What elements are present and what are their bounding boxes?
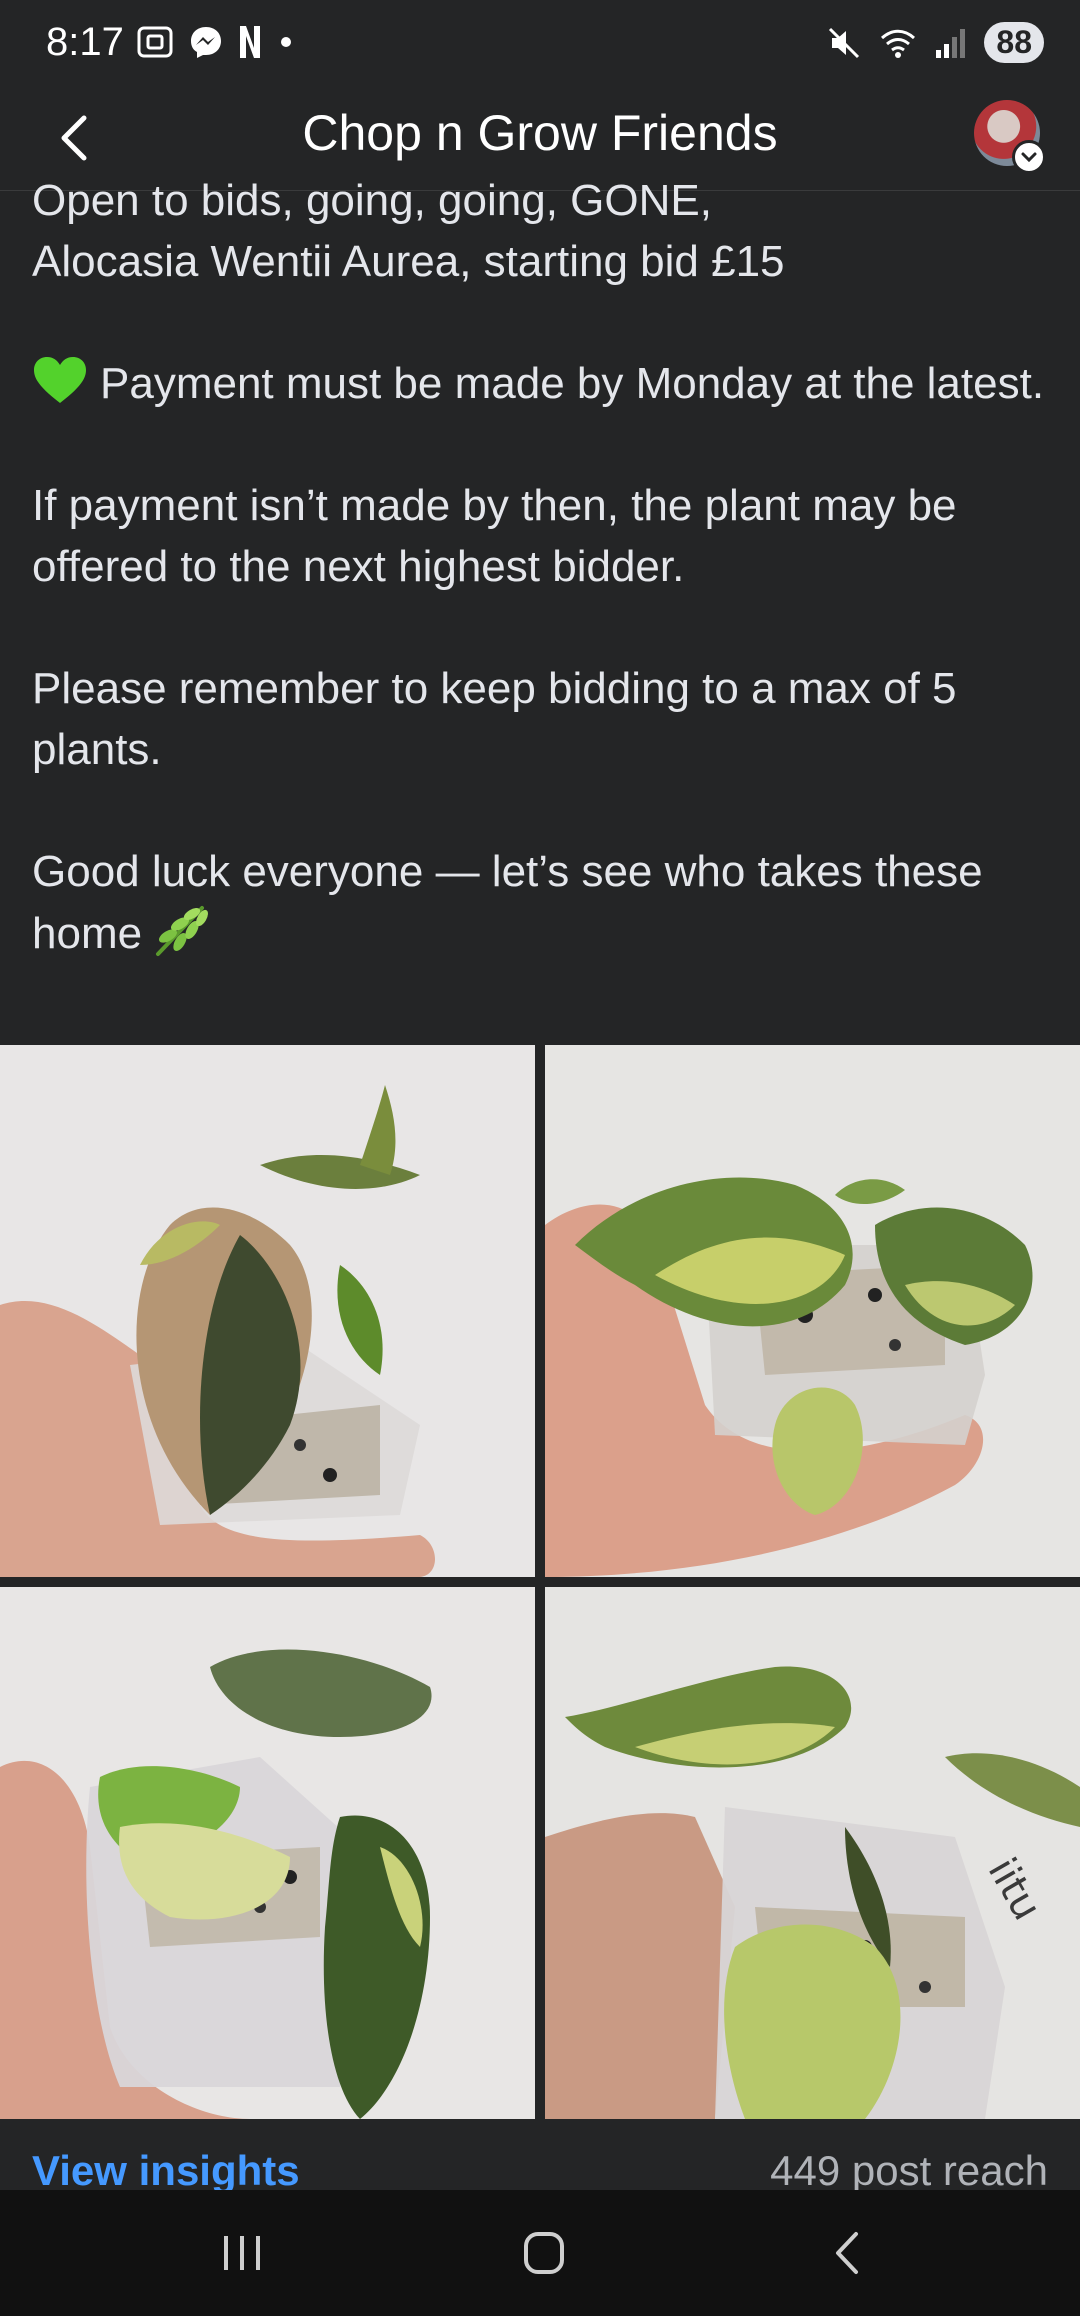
chevron-down-icon[interactable] — [1012, 140, 1046, 174]
page-title: Chop n Grow Friends — [302, 105, 778, 161]
mute-icon — [829, 27, 860, 58]
payment-text: Payment must be made by Monday at the la… — [100, 359, 1045, 408]
recent-apps-icon[interactable] — [212, 2228, 272, 2278]
photo-grid: iitu — [0, 1045, 1080, 2125]
plant-photo-3[interactable] — [0, 1587, 535, 2119]
system-nav-bar — [0, 2190, 1080, 2316]
post-line-2: Alocasia Wentii Aurea, starting bid £15 — [32, 237, 785, 286]
signal-icon — [936, 28, 966, 58]
view-insights-link[interactable]: View insights — [32, 2147, 300, 2190]
plant-photo-4[interactable]: iitu — [545, 1587, 1080, 2119]
payment-paragraph: Payment must be made by Monday at the la… — [32, 353, 1052, 414]
dot-icon — [281, 37, 291, 47]
reminder-text: Please remember to keep bidding to a max… — [32, 664, 957, 774]
battery-level: 88 — [984, 22, 1044, 63]
netflix-icon — [240, 26, 260, 58]
home-icon[interactable] — [514, 2228, 574, 2278]
wifi-icon — [881, 29, 916, 58]
status-bar: 8:17 88 — [0, 0, 1080, 90]
back-icon[interactable] — [818, 2228, 878, 2278]
status-time: 8:17 — [46, 20, 124, 64]
post-reach: 449 post reach — [770, 2147, 1048, 2190]
green-heart-icon — [34, 357, 86, 403]
messenger-icon — [191, 27, 221, 58]
insights-bar: View insights 449 post reach — [0, 2125, 1080, 2190]
plant-photo-2[interactable] — [545, 1045, 1080, 1577]
post-body: Open to bids, going, going, GONE, Alocas… — [32, 170, 1052, 964]
herb-icon — [156, 906, 209, 956]
screenshot-icon — [137, 26, 173, 58]
nonpayment-text: If payment isn’t made by then, the plant… — [32, 481, 957, 591]
good-luck-paragraph: Good luck everyone — let’s see who takes… — [32, 841, 1052, 964]
post-line-1: Open to bids, going, going, GONE, — [32, 176, 712, 225]
plant-photo-1[interactable] — [0, 1045, 535, 1577]
